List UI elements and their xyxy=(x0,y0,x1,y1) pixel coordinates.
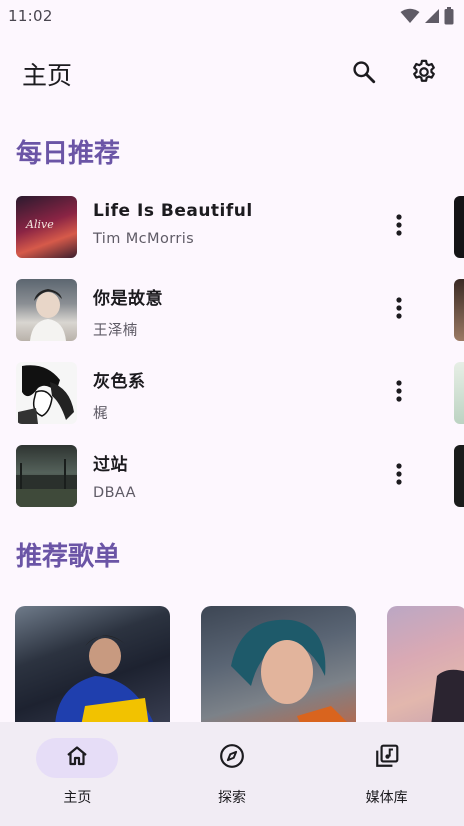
status-time: 11:02 xyxy=(8,7,53,25)
nav-item-home[interactable]: 主页 xyxy=(0,722,155,826)
song-text: 灰色系 梶 xyxy=(93,362,353,423)
nav-item-library[interactable]: 媒体库 xyxy=(309,722,464,826)
album-cover xyxy=(16,279,77,341)
more-options-button[interactable] xyxy=(384,461,414,491)
more-vert-icon xyxy=(396,380,402,406)
nav-active-indicator xyxy=(36,738,119,778)
album-cover: Alive xyxy=(16,196,77,258)
album-cover xyxy=(16,362,77,424)
settings-button[interactable] xyxy=(402,52,446,96)
search-icon xyxy=(351,59,377,89)
playlist-card[interactable] xyxy=(201,606,356,726)
search-button[interactable] xyxy=(342,52,386,96)
bottom-navigation: 主页 探索 媒体库 xyxy=(0,722,464,826)
song-list-item[interactable]: 你是故意 王泽楠 xyxy=(0,279,464,362)
wifi-icon xyxy=(400,8,420,24)
more-options-button[interactable] xyxy=(384,295,414,325)
status-bar: 11:02 xyxy=(0,0,464,32)
status-icons xyxy=(400,7,454,25)
playlist-card[interactable] xyxy=(387,606,464,726)
nav-label: 主页 xyxy=(63,790,92,806)
next-page-cover[interactable] xyxy=(454,279,464,341)
song-list-item[interactable]: 灰色系 梶 xyxy=(0,362,464,445)
playlist-carousel xyxy=(0,606,464,726)
nav-label: 探索 xyxy=(218,790,246,806)
song-title: 灰色系 xyxy=(93,372,146,392)
top-app-bar: 主页 xyxy=(0,44,464,104)
playlist-card[interactable] xyxy=(15,606,170,726)
more-options-button[interactable] xyxy=(384,378,414,408)
section-heading-daily-recommend: 每日推荐 xyxy=(16,139,121,169)
song-artist: 王泽楠 xyxy=(93,323,138,339)
cellular-icon xyxy=(424,8,440,24)
battery-icon xyxy=(444,7,454,25)
song-list-item[interactable]: Alive Life Is Beautiful Tim McMorris xyxy=(0,196,464,279)
song-text: Life Is Beautiful Tim McMorris xyxy=(93,196,353,247)
more-vert-icon xyxy=(396,463,402,489)
compass-icon xyxy=(219,743,245,773)
page-title: 主页 xyxy=(22,61,73,90)
home-icon xyxy=(65,744,89,772)
song-artist: DBAA xyxy=(93,485,136,501)
daily-song-list: Alive Life Is Beautiful Tim McMorris 你是故… xyxy=(0,196,464,528)
next-page-cover[interactable] xyxy=(454,362,464,424)
section-heading-recommended-playlists: 推荐歌单 xyxy=(16,542,121,572)
song-title: 你是故意 xyxy=(93,289,163,309)
nav-item-explore[interactable]: 探索 xyxy=(155,722,310,826)
more-vert-icon xyxy=(396,297,402,323)
song-title: 过站 xyxy=(93,455,128,475)
cover-text: Alive xyxy=(26,218,54,231)
nav-label: 媒体库 xyxy=(365,790,408,806)
song-artist: 梶 xyxy=(93,406,108,422)
settings-icon xyxy=(410,58,438,90)
song-text: 你是故意 王泽楠 xyxy=(93,279,353,340)
library-icon xyxy=(374,743,400,773)
nav-icon-container xyxy=(346,738,428,778)
song-artist: Tim McMorris xyxy=(93,231,195,247)
more-options-button[interactable] xyxy=(384,212,414,242)
song-text: 过站 DBAA xyxy=(93,445,353,501)
song-title: Life Is Beautiful xyxy=(93,201,253,221)
next-page-cover[interactable] xyxy=(454,196,464,258)
next-page-cover[interactable] xyxy=(454,445,464,507)
nav-icon-container xyxy=(191,738,273,778)
more-vert-icon xyxy=(396,214,402,240)
song-list-item[interactable]: 过站 DBAA xyxy=(0,445,464,528)
album-cover xyxy=(16,445,77,507)
